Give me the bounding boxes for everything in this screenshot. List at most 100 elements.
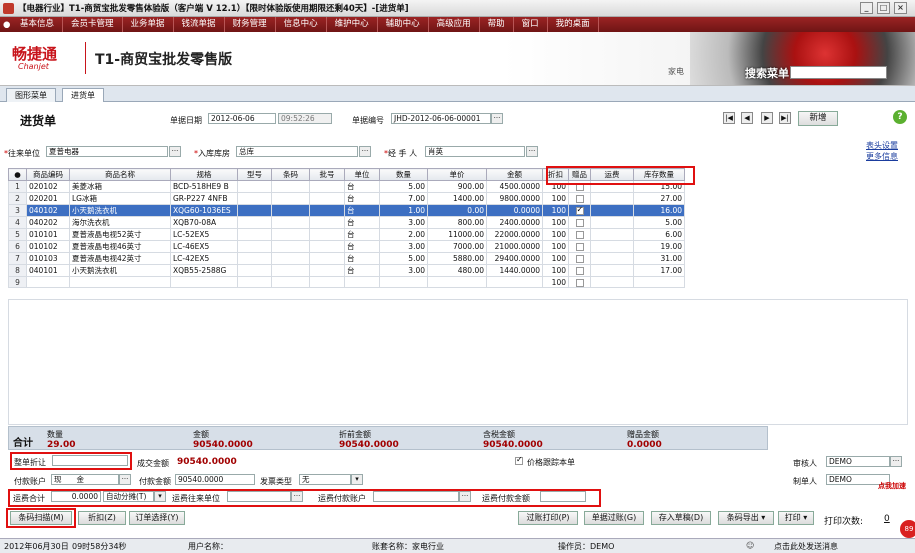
menu-item-desktop[interactable]: 我的桌面 (548, 17, 599, 32)
cell-unit[interactable]: 台 (344, 216, 380, 229)
cell-price[interactable] (427, 276, 487, 288)
cell-barcode[interactable] (271, 252, 310, 265)
cell-spec[interactable] (170, 276, 238, 288)
gift-checkbox[interactable] (575, 219, 584, 227)
last-record-button[interactable]: ▶| (779, 112, 791, 124)
cell-price[interactable]: 480.00 (427, 264, 487, 277)
cell-code[interactable]: 040101 (26, 264, 70, 277)
freight-account-field[interactable] (373, 491, 459, 502)
cell-name[interactable] (69, 276, 171, 288)
order-select-button[interactable]: 订单选择(Y) (129, 511, 185, 525)
doc-no-field[interactable]: JHD-2012-06-06-00001 (391, 113, 491, 124)
cell-barcode[interactable] (271, 216, 310, 229)
cell-amount[interactable]: 22000.0000 (486, 228, 543, 241)
cell-stock[interactable]: 31.00 (633, 252, 685, 265)
speedup-tag[interactable]: 点我加速 (878, 481, 906, 491)
cell-discount[interactable]: 100 (542, 216, 569, 229)
cell-batch[interactable] (309, 228, 345, 241)
cell-barcode[interactable] (271, 180, 310, 193)
cell-price[interactable]: 11000.00 (427, 228, 487, 241)
print-button[interactable]: 打印 ▾ (778, 511, 814, 525)
cell-batch[interactable] (309, 192, 345, 205)
col-header-price[interactable]: 单价 (427, 168, 487, 181)
cell-spec[interactable]: LC-52EX5 (170, 228, 238, 241)
table-row[interactable]: 7 010103 夏普液晶电视42英寸 LC-42EX5 台 5.00 5880.00 294… (8, 252, 685, 265)
minimize-button[interactable]: _ (860, 2, 873, 14)
cell-gift[interactable] (568, 192, 591, 205)
cell-batch[interactable] (309, 204, 345, 217)
cell-price[interactable]: 5880.00 (427, 252, 487, 265)
cell-freight[interactable] (590, 204, 634, 217)
tab-graphic-menu[interactable]: 图形菜单 (6, 88, 56, 102)
col-header-spec[interactable]: 规格 (170, 168, 238, 181)
col-header-batch[interactable]: 批号 (309, 168, 345, 181)
freight-method-select[interactable]: 自动分摊(T) (103, 491, 154, 502)
supplier-picker-button[interactable]: ··· (169, 146, 181, 157)
pay-account-picker-button[interactable]: ··· (119, 474, 131, 485)
auditor-field[interactable]: DEMO (826, 456, 890, 467)
cell-name[interactable]: 夏普液晶电视52英寸 (69, 228, 171, 241)
cell-freight[interactable] (590, 252, 634, 265)
cell-spec[interactable]: XQB70-08A (170, 216, 238, 229)
warehouse-field[interactable]: 总库 (236, 146, 358, 157)
more-info-link[interactable]: 更多信息 (866, 151, 898, 162)
cell-stock[interactable]: 16.00 (633, 204, 685, 217)
cell-freight[interactable] (590, 264, 634, 277)
cell-freight[interactable] (590, 228, 634, 241)
cell-price[interactable]: 1400.00 (427, 192, 487, 205)
cell-barcode[interactable] (271, 240, 310, 253)
cell-model[interactable] (237, 240, 272, 253)
cell-model[interactable] (237, 192, 272, 205)
speedup-badge[interactable]: 89 (900, 520, 915, 538)
table-row[interactable]: 9 100 (8, 276, 685, 288)
cell-model[interactable] (237, 276, 272, 288)
cell-name[interactable]: 海尔洗衣机 (69, 216, 171, 229)
freight-unit-field[interactable] (227, 491, 291, 502)
cell-model[interactable] (237, 228, 272, 241)
gift-checkbox[interactable] (575, 206, 584, 215)
cell-discount[interactable]: 100 (542, 276, 569, 288)
freight-method-dropdown-icon[interactable]: ▾ (154, 491, 166, 502)
cell-stock[interactable] (633, 276, 685, 288)
cell-qty[interactable] (379, 276, 428, 288)
cell-model[interactable] (237, 180, 272, 193)
cell-spec[interactable]: LC-46EX5 (170, 240, 238, 253)
col-header-barcode[interactable]: 条码 (271, 168, 310, 181)
cell-qty[interactable]: 7.00 (379, 192, 428, 205)
cell-unit[interactable]: 台 (344, 180, 380, 193)
cell-price[interactable]: 800.00 (427, 216, 487, 229)
supplier-field[interactable]: 夏普电器 (46, 146, 168, 157)
cell-price[interactable]: 0.00 (427, 204, 487, 217)
cell-price[interactable]: 900.00 (427, 180, 487, 193)
cell-gift[interactable] (568, 276, 591, 288)
header-settings-link[interactable]: 表头设置 (866, 140, 898, 151)
cell-freight[interactable] (590, 216, 634, 229)
col-header-name[interactable]: 商品名称 (69, 168, 171, 181)
cell-freight[interactable] (590, 240, 634, 253)
cell-freight[interactable] (590, 276, 634, 288)
menu-item-assist[interactable]: 辅助中心 (378, 17, 429, 32)
close-button[interactable]: × (894, 2, 907, 14)
save-draft-button[interactable]: 存入草稿(D) (651, 511, 711, 525)
auditor-picker-button[interactable]: ··· (890, 456, 902, 467)
cell-unit[interactable]: 台 (344, 204, 380, 217)
table-row[interactable]: 5 010101 夏普液晶电视52英寸 LC-52EX5 台 2.00 11000.00 22… (8, 228, 685, 241)
cell-batch[interactable] (309, 180, 345, 193)
post-print-button[interactable]: 过账打印(P) (518, 511, 578, 525)
cell-amount[interactable]: 9800.0000 (486, 192, 543, 205)
status-send-message[interactable]: 点击此处发送消息 (774, 541, 838, 552)
cell-stock[interactable]: 27.00 (633, 192, 685, 205)
gift-checkbox[interactable] (575, 231, 584, 239)
cell-name[interactable]: LG冰箱 (69, 192, 171, 205)
cell-amount[interactable]: 29400.0000 (486, 252, 543, 265)
gift-checkbox[interactable] (575, 243, 584, 251)
cell-gift[interactable] (568, 240, 591, 253)
col-header-model[interactable]: 型号 (237, 168, 272, 181)
cell-amount[interactable]: 2400.0000 (486, 216, 543, 229)
invoice-type-dropdown-icon[interactable]: ▾ (351, 474, 363, 485)
cell-stock[interactable]: 19.00 (633, 240, 685, 253)
cell-qty[interactable]: 5.00 (379, 180, 428, 193)
cell-price[interactable]: 7000.00 (427, 240, 487, 253)
cell-barcode[interactable] (271, 192, 310, 205)
menu-item-advanced[interactable]: 高级应用 (429, 17, 480, 32)
